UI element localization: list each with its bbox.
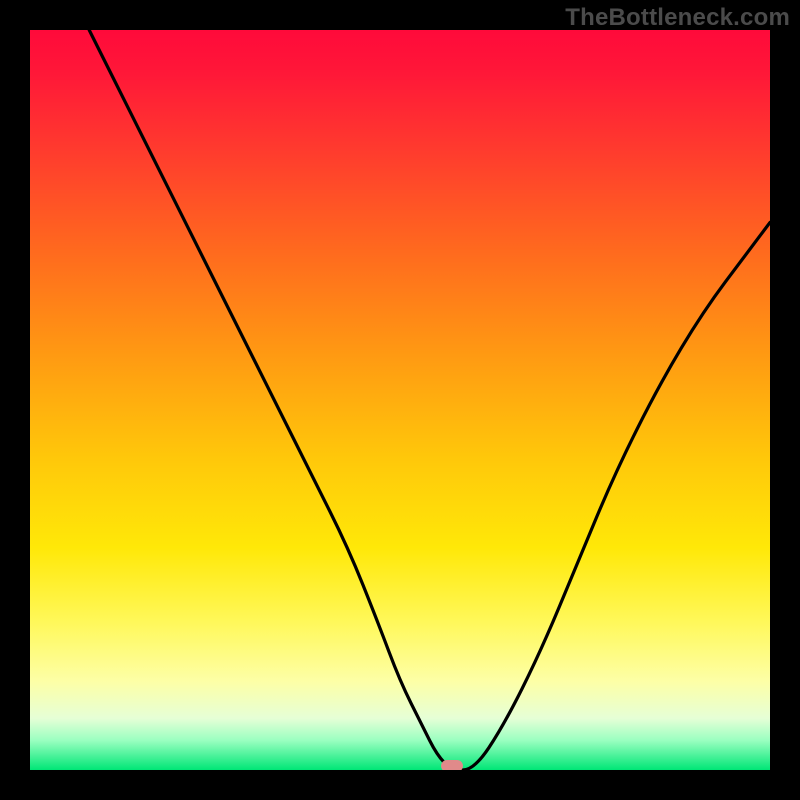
watermark-text: TheBottleneck.com xyxy=(565,4,790,32)
curve-svg xyxy=(30,30,770,770)
optimum-marker xyxy=(441,760,463,770)
bottleneck-curve-path xyxy=(89,30,770,770)
chart-frame: TheBottleneck.com xyxy=(0,0,800,800)
plot-area xyxy=(30,30,770,770)
